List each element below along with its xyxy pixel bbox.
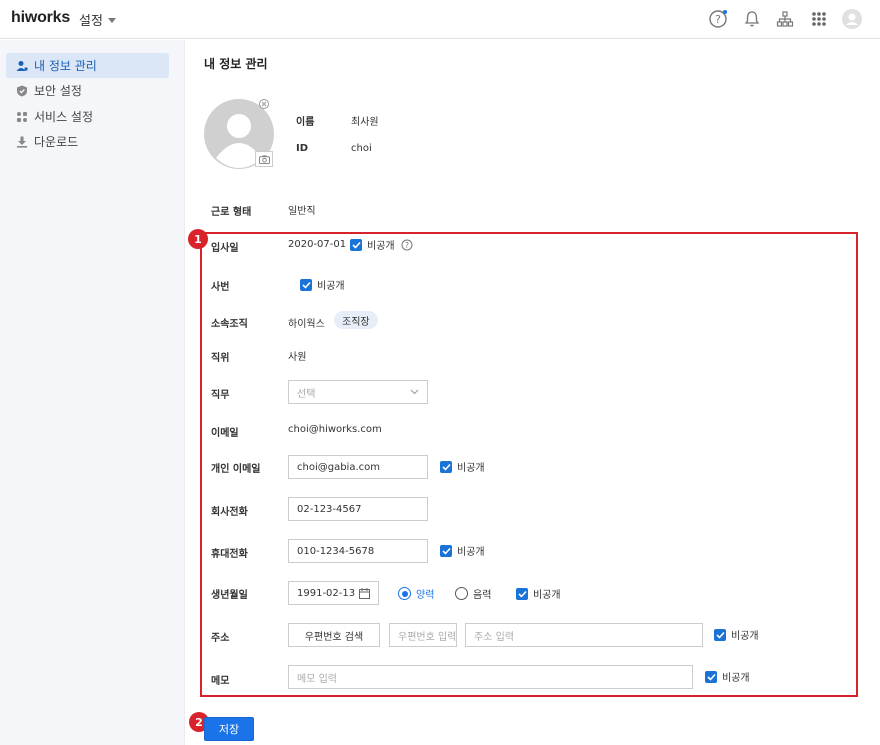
download-icon	[17, 136, 27, 148]
lunar-label: 음력	[473, 590, 492, 601]
zip-search-button[interactable]: 우편번호 검색	[288, 623, 380, 647]
checkbox-checked-icon	[350, 238, 362, 251]
memo-private-checkbox[interactable]: 비공개	[705, 669, 750, 684]
checkbox-checked-icon	[516, 587, 528, 600]
email-label: 이메일	[211, 428, 239, 439]
employment-value: 일반직	[288, 206, 316, 217]
birth-date-value: 1991-02-13	[297, 587, 356, 599]
memo-label: 메모	[211, 676, 230, 687]
checkbox-checked-icon	[705, 670, 717, 683]
zip-code-placeholder: 우편번호 입력	[398, 631, 457, 643]
help-circle-icon[interactable]: ?	[401, 239, 413, 251]
private-label: 비공개	[457, 547, 485, 558]
private-label: 비공개	[731, 631, 759, 642]
chevron-down-icon	[107, 18, 116, 23]
personal-email-private-checkbox[interactable]: 비공개	[440, 459, 485, 474]
logo[interactable]: hiworks	[11, 9, 70, 27]
organization-value: 하이웍스	[288, 319, 325, 330]
checkbox-checked-icon	[440, 460, 452, 473]
mobile-field[interactable]: 010-1234-5678	[288, 539, 428, 563]
hire-date-label: 입사일	[211, 243, 239, 254]
user-avatar-icon[interactable]	[841, 8, 863, 30]
birth-date-field[interactable]: 1991-02-13	[288, 581, 379, 605]
shield-icon	[17, 85, 27, 96]
private-label: 비공개	[722, 673, 750, 684]
page-title: 내 정보 관리	[204, 57, 268, 71]
main-content: 내 정보 관리 이름 최사원 ID choi 근로 형태 일반직 1 입사일 2…	[186, 40, 880, 745]
calendar-icon[interactable]	[359, 587, 370, 599]
lunar-radio[interactable]: 음력	[455, 586, 491, 601]
save-button[interactable]: 저장	[204, 717, 254, 741]
id-value: choi	[351, 143, 372, 154]
private-label: 비공개	[367, 241, 395, 252]
memo-placeholder: 메모 입력	[297, 673, 337, 685]
help-icon[interactable]: ?	[707, 8, 729, 30]
sidebar-item-my-info[interactable]: 내 정보 관리	[6, 53, 169, 78]
employee-number-private-checkbox[interactable]: 비공개	[300, 277, 345, 292]
employment-label: 근로 형태	[211, 207, 252, 218]
address-placeholder: 주소 입력	[474, 631, 514, 643]
id-label: ID	[296, 143, 309, 154]
mobile-label: 휴대전화	[211, 549, 248, 560]
settings-menu[interactable]: 설정	[79, 10, 116, 29]
top-bar: hiworks 설정 ?	[0, 0, 880, 39]
checkbox-checked-icon	[714, 628, 726, 641]
mobile-private-checkbox[interactable]: 비공개	[440, 543, 485, 558]
zip-code-field[interactable]: 우편번호 입력	[389, 623, 457, 647]
private-label: 비공개	[457, 463, 485, 474]
sidebar-item-download[interactable]: 다운로드	[6, 129, 169, 154]
organization-label: 소속조직	[211, 319, 248, 330]
personal-email-field[interactable]: choi@gabia.com	[288, 455, 428, 479]
apps-grid-icon[interactable]	[808, 8, 830, 30]
solar-radio[interactable]: 양력	[398, 586, 434, 601]
position-value: 사원	[288, 352, 307, 363]
sidebar: 내 정보 관리 보안 설정 서비스 설정 다운로드	[0, 40, 185, 745]
private-label: 비공개	[317, 281, 345, 292]
chevron-down-icon	[410, 389, 419, 395]
org-role-tag: 조직장	[334, 311, 378, 329]
birth-private-checkbox[interactable]: 비공개	[516, 586, 561, 601]
office-phone-label: 회사전화	[211, 507, 248, 518]
step-badge-1: 1	[188, 229, 208, 249]
camera-icon[interactable]	[255, 151, 273, 167]
svg-text:?: ?	[405, 241, 409, 250]
sidebar-item-label: 서비스 설정	[34, 110, 94, 124]
remove-photo-icon[interactable]	[258, 98, 270, 110]
checkbox-checked-icon	[300, 278, 312, 291]
duty-select[interactable]: 선택	[288, 380, 428, 404]
private-label: 비공개	[533, 590, 561, 601]
hire-date-value: 2020-07-01	[288, 239, 347, 250]
settings-menu-label: 설정	[79, 14, 103, 29]
sidebar-item-label: 다운로드	[34, 135, 79, 149]
email-value: choi@hiworks.com	[288, 424, 382, 435]
radio-unselected-icon	[455, 587, 468, 600]
services-icon	[17, 111, 27, 122]
name-value: 최사원	[351, 117, 379, 128]
person-icon	[16, 60, 28, 71]
org-chart-icon[interactable]	[774, 8, 796, 30]
office-phone-field[interactable]: 02-123-4567	[288, 497, 428, 521]
duty-select-placeholder: 선택	[297, 388, 316, 400]
bell-icon[interactable]	[741, 8, 763, 30]
name-label: 이름	[296, 117, 315, 128]
sidebar-item-label: 보안 설정	[34, 84, 82, 98]
address-private-checkbox[interactable]: 비공개	[714, 627, 759, 642]
solar-label: 양력	[416, 590, 435, 601]
address-field[interactable]: 주소 입력	[465, 623, 703, 647]
radio-selected-icon	[398, 587, 411, 600]
address-label: 주소	[211, 633, 230, 644]
personal-email-label: 개인 이메일	[211, 464, 261, 475]
employee-number-label: 사번	[211, 282, 230, 293]
hire-date-private-checkbox[interactable]: 비공개 ?	[350, 237, 413, 252]
sidebar-item-services[interactable]: 서비스 설정	[6, 104, 169, 129]
birth-date-label: 생년월일	[211, 590, 248, 601]
svg-text:?: ?	[715, 13, 721, 26]
duty-label: 직무	[211, 390, 230, 401]
position-label: 직위	[211, 353, 230, 364]
sidebar-item-label: 내 정보 관리	[34, 59, 97, 73]
sidebar-item-security[interactable]: 보안 설정	[6, 78, 169, 103]
checkbox-checked-icon	[440, 544, 452, 557]
memo-field[interactable]: 메모 입력	[288, 665, 693, 689]
